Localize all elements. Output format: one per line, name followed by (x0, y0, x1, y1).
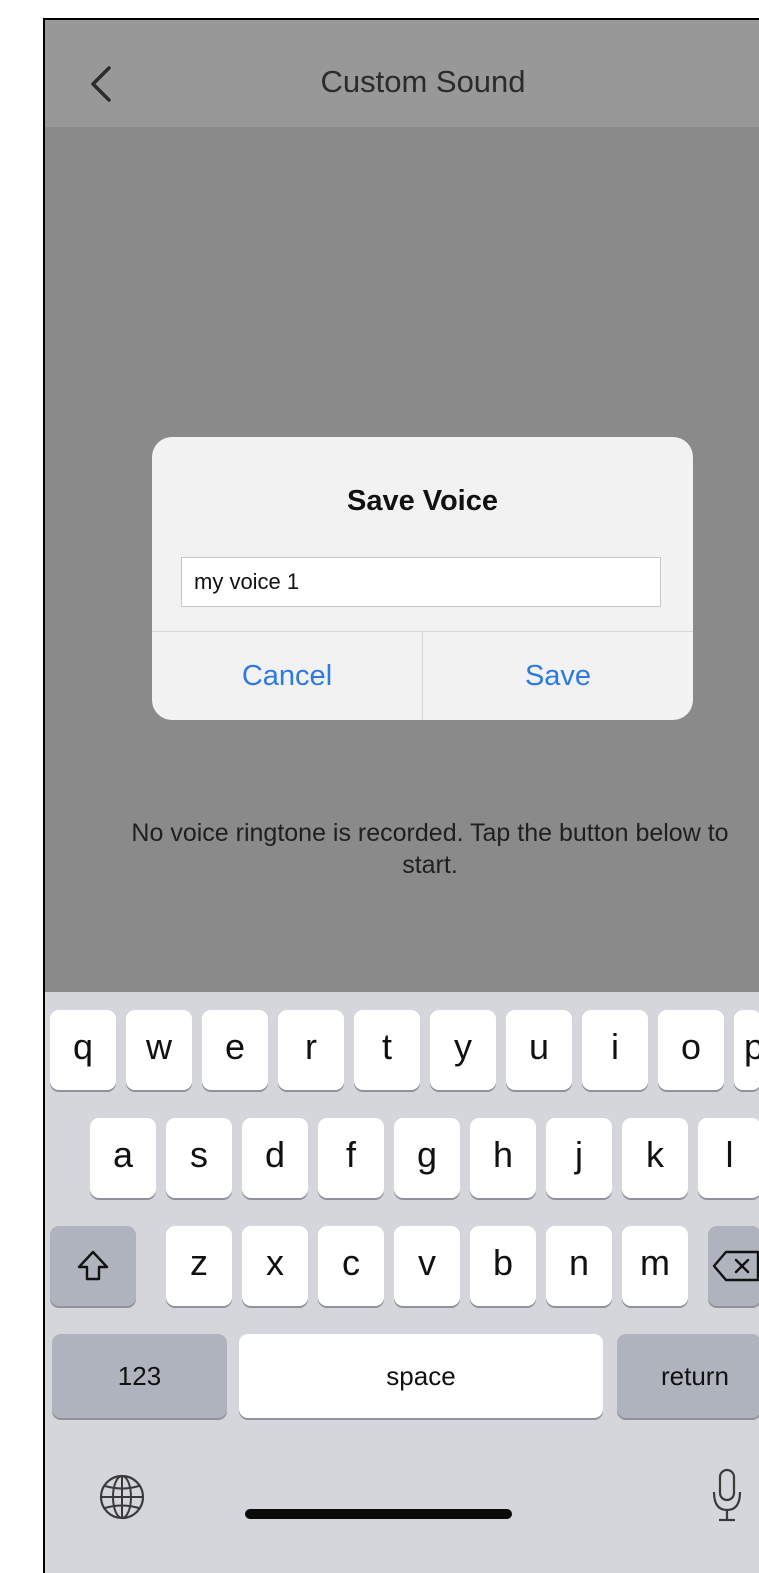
device-frame: Custom Sound No voice ringtone is record… (0, 0, 759, 1573)
key-l[interactable]: l (698, 1118, 759, 1198)
key-k[interactable]: k (622, 1118, 688, 1198)
key-y[interactable]: y (430, 1010, 496, 1090)
return-key[interactable]: return (617, 1334, 759, 1418)
globe-icon[interactable] (97, 1472, 147, 1522)
key-n[interactable]: n (546, 1226, 612, 1306)
key-a[interactable]: a (90, 1118, 156, 1198)
dialog-title: Save Voice (346, 485, 498, 517)
navigation-bar: Custom Sound (45, 20, 759, 127)
empty-state-message: No voice ringtone is recorded. Tap the b… (131, 819, 729, 879)
key-q[interactable]: q (50, 1010, 116, 1090)
backspace-icon (712, 1250, 759, 1282)
key-h[interactable]: h (470, 1118, 536, 1198)
home-indicator[interactable] (245, 1509, 512, 1519)
key-p[interactable]: p (734, 1010, 759, 1090)
microphone-icon[interactable] (710, 1466, 744, 1526)
key-d[interactable]: d (242, 1118, 308, 1198)
save-voice-dialog: Save Voice my voice 1 Cancel Save (152, 437, 693, 720)
onscreen-keyboard: q w e r t y u i o p a s d f g h j k l (45, 992, 759, 1573)
key-z[interactable]: z (166, 1226, 232, 1306)
key-r[interactable]: r (278, 1010, 344, 1090)
key-m[interactable]: m (622, 1226, 688, 1306)
app-screen: Custom Sound No voice ringtone is record… (43, 18, 759, 1573)
save-button[interactable]: Save (423, 632, 693, 720)
key-t[interactable]: t (354, 1010, 420, 1090)
delete-key[interactable] (708, 1226, 759, 1306)
key-v[interactable]: v (394, 1226, 460, 1306)
space-key[interactable]: space (239, 1334, 603, 1418)
numbers-key[interactable]: 123 (52, 1334, 227, 1418)
key-u[interactable]: u (506, 1010, 572, 1090)
key-w[interactable]: w (126, 1010, 192, 1090)
key-g[interactable]: g (394, 1118, 460, 1198)
voice-name-input[interactable]: my voice 1 (181, 557, 661, 607)
key-e[interactable]: e (202, 1010, 268, 1090)
page-title: Custom Sound (320, 64, 526, 99)
cancel-button[interactable]: Cancel (152, 632, 422, 720)
shift-key[interactable] (50, 1226, 136, 1306)
key-x[interactable]: x (242, 1226, 308, 1306)
key-c[interactable]: c (318, 1226, 384, 1306)
content-area: No voice ringtone is recorded. Tap the b… (45, 127, 759, 992)
key-f[interactable]: f (318, 1118, 384, 1198)
key-b[interactable]: b (470, 1226, 536, 1306)
key-i[interactable]: i (582, 1010, 648, 1090)
key-s[interactable]: s (166, 1118, 232, 1198)
key-j[interactable]: j (546, 1118, 612, 1198)
shift-arrow-icon (77, 1250, 109, 1281)
key-o[interactable]: o (658, 1010, 724, 1090)
